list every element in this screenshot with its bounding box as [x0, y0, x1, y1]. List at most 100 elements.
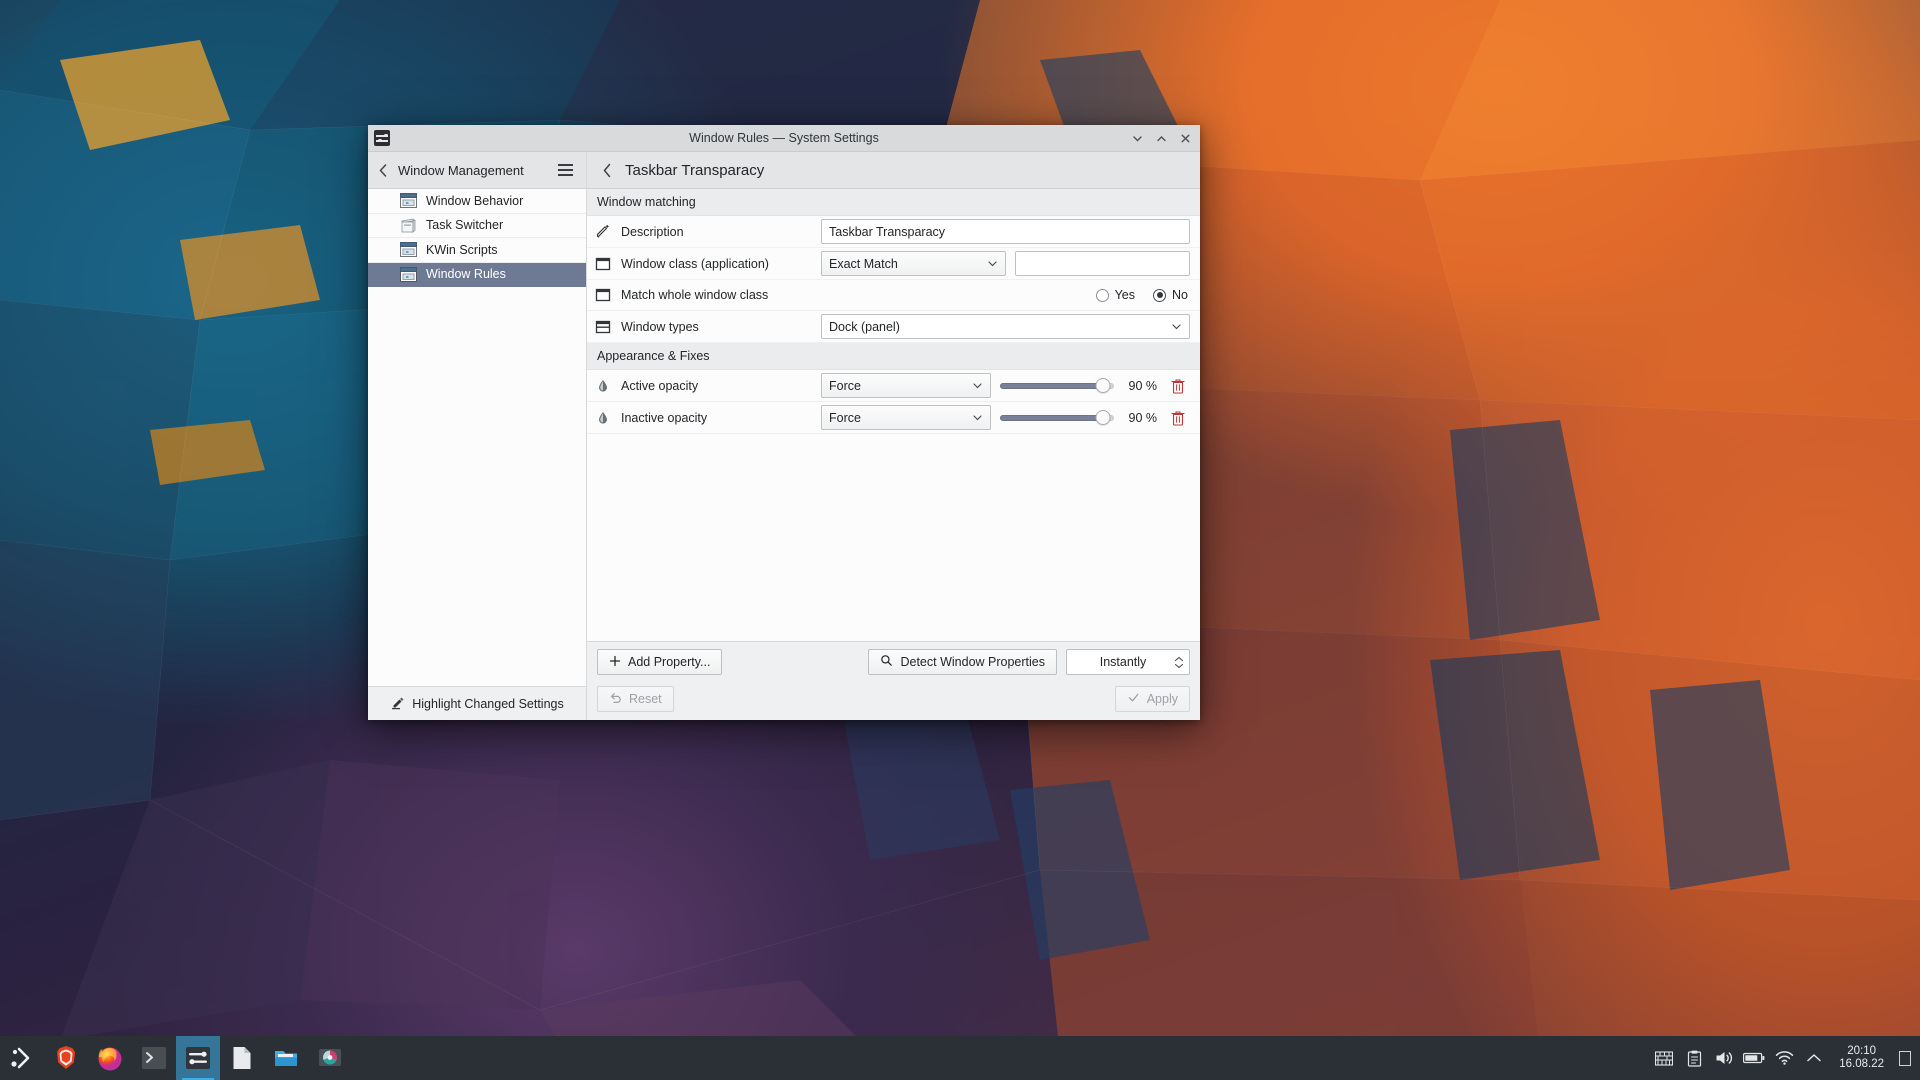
- system-settings-icon[interactable]: [176, 1036, 220, 1080]
- row-window-types: Window types Dock (panel): [587, 311, 1200, 343]
- chevron-down-icon: [972, 380, 983, 391]
- brave-browser-icon[interactable]: [44, 1036, 88, 1080]
- terminal-icon[interactable]: [132, 1036, 176, 1080]
- opacity-drop-icon: [595, 410, 611, 426]
- sidebar-footer: Highlight Changed Settings: [368, 686, 586, 720]
- detect-window-properties-button[interactable]: Detect Window Properties: [868, 649, 1057, 675]
- detect-delay-value: Instantly: [1099, 655, 1147, 669]
- slider-handle[interactable]: [1095, 410, 1111, 425]
- trash-icon[interactable]: [1166, 378, 1190, 394]
- page-title: Taskbar Transparacy: [625, 161, 765, 179]
- screenshot-tool-icon[interactable]: [308, 1036, 352, 1080]
- check-icon: [1127, 691, 1140, 707]
- spinbox-arrows[interactable]: [1169, 656, 1189, 669]
- hamburger-menu-icon[interactable]: [554, 160, 577, 179]
- system-settings-icon: [374, 130, 390, 146]
- close-icon[interactable]: [1174, 127, 1196, 149]
- window-class-match-combo[interactable]: Exact Match: [821, 251, 1006, 276]
- row-control: Dock (panel): [821, 314, 1190, 339]
- show-hidden-icon[interactable]: [1799, 1036, 1829, 1080]
- pencil-icon: [595, 224, 611, 240]
- inactive-opacity-slider[interactable]: [1000, 408, 1114, 428]
- row-label: Window types: [595, 319, 821, 335]
- sidebar-item-kwin-scripts[interactable]: KWin Scripts: [368, 238, 586, 263]
- row-match-whole-class: Match whole window class Yes No: [587, 280, 1200, 311]
- window-titlebar[interactable]: Window Rules — System Settings: [368, 125, 1200, 152]
- back-chevron-icon[interactable]: [377, 163, 390, 178]
- text-editor-icon[interactable]: [220, 1036, 264, 1080]
- wifi-icon[interactable]: [1769, 1036, 1799, 1080]
- sidebar-item-label: Window Rules: [426, 267, 506, 282]
- sidebar-item-label: Window Behavior: [426, 193, 524, 208]
- window-types-combo[interactable]: Dock (panel): [821, 314, 1190, 339]
- sidebar-empty-space: [368, 287, 586, 686]
- row-active-opacity: Active opacity Force 90 %: [587, 370, 1200, 402]
- main-footer-actions: Add Property... Detect Window Properties…: [587, 641, 1200, 682]
- system-tray: 20:10 16.08.22: [1649, 1036, 1920, 1080]
- section-header-window-matching: Window matching: [587, 189, 1200, 216]
- match-whole-class-radio-group: Yes No: [1095, 288, 1190, 302]
- clock-widget[interactable]: 20:10 16.08.22: [1829, 1045, 1894, 1071]
- keyboard-layout-icon[interactable]: [1649, 1036, 1679, 1080]
- window-title: Window Rules — System Settings: [689, 131, 879, 145]
- apply-button[interactable]: Apply: [1114, 686, 1190, 712]
- reset-button[interactable]: Reset: [597, 686, 674, 712]
- firefox-icon[interactable]: [88, 1036, 132, 1080]
- window-class-input[interactable]: [1015, 251, 1190, 276]
- radio-indicator: [1153, 288, 1167, 302]
- row-control: Force 90 %: [821, 405, 1190, 430]
- row-control: Taskbar Transparacy: [821, 219, 1190, 244]
- taskbar-apps: [0, 1036, 352, 1080]
- radio-option-yes[interactable]: Yes: [1095, 288, 1136, 302]
- detect-delay-spinbox[interactable]: Instantly: [1066, 649, 1190, 675]
- window-class-match-value: Exact Match: [829, 256, 898, 271]
- row-control: Exact Match: [821, 251, 1190, 276]
- radio-option-no[interactable]: No: [1153, 288, 1188, 302]
- row-control: Yes No: [821, 288, 1190, 302]
- add-property-button[interactable]: Add Property...: [597, 649, 723, 675]
- apply-label: Apply: [1146, 692, 1178, 706]
- row-description: Description Taskbar Transparacy: [587, 216, 1200, 248]
- kde-launcher-icon[interactable]: [0, 1036, 44, 1080]
- detect-window-properties-label: Detect Window Properties: [900, 655, 1045, 669]
- sidebar-item-window-behavior[interactable]: Window Behavior: [368, 189, 586, 214]
- clipboard-icon[interactable]: [1679, 1036, 1709, 1080]
- plus-icon: [609, 655, 621, 670]
- window-icon: [595, 287, 611, 303]
- radio-label: Yes: [1114, 288, 1136, 302]
- rule-form: Window matching Description Taskbar Tran…: [587, 189, 1200, 641]
- description-input[interactable]: Taskbar Transparacy: [821, 219, 1190, 244]
- row-label-text: Inactive opacity: [621, 410, 708, 425]
- window-behavior-icon: [400, 193, 417, 209]
- row-label: Match whole window class: [595, 287, 821, 303]
- highlight-changed-settings-button[interactable]: Highlight Changed Settings: [380, 691, 574, 717]
- sidebar-item-task-switcher[interactable]: Task Switcher: [368, 214, 586, 238]
- chevron-up-icon: [1174, 656, 1184, 661]
- sidebar-header: Window Management: [368, 152, 586, 189]
- slider-handle[interactable]: [1095, 378, 1111, 393]
- footer-right-group: Detect Window Properties Instantly: [868, 649, 1190, 675]
- minimize-icon[interactable]: [1126, 127, 1148, 149]
- volume-icon[interactable]: [1709, 1036, 1739, 1080]
- sidebar-item-label: KWin Scripts: [426, 242, 498, 257]
- clock-time: 20:10: [1847, 1045, 1876, 1057]
- window-controls: [1126, 127, 1200, 149]
- kwin-scripts-icon: [400, 242, 417, 258]
- trash-icon[interactable]: [1166, 410, 1190, 426]
- window-types-icon: [595, 319, 611, 335]
- file-manager-icon[interactable]: [264, 1036, 308, 1080]
- peek-desktop-icon[interactable]: [1894, 1036, 1916, 1080]
- active-opacity-mode-combo[interactable]: Force: [821, 373, 991, 398]
- sidebar-item-window-rules[interactable]: Window Rules: [368, 262, 586, 287]
- maximize-icon[interactable]: [1150, 127, 1172, 149]
- main-header: Taskbar Transparacy: [587, 152, 1200, 189]
- window-rules-icon: [400, 266, 417, 282]
- inactive-opacity-mode-combo[interactable]: Force: [821, 405, 991, 430]
- add-property-label: Add Property...: [628, 655, 711, 669]
- active-opacity-slider[interactable]: [1000, 376, 1114, 396]
- window-types-value: Dock (panel): [829, 319, 900, 334]
- window-icon: [595, 256, 611, 272]
- back-chevron-icon[interactable]: [601, 162, 614, 179]
- row-label: Description: [595, 224, 821, 240]
- battery-icon[interactable]: [1739, 1036, 1769, 1080]
